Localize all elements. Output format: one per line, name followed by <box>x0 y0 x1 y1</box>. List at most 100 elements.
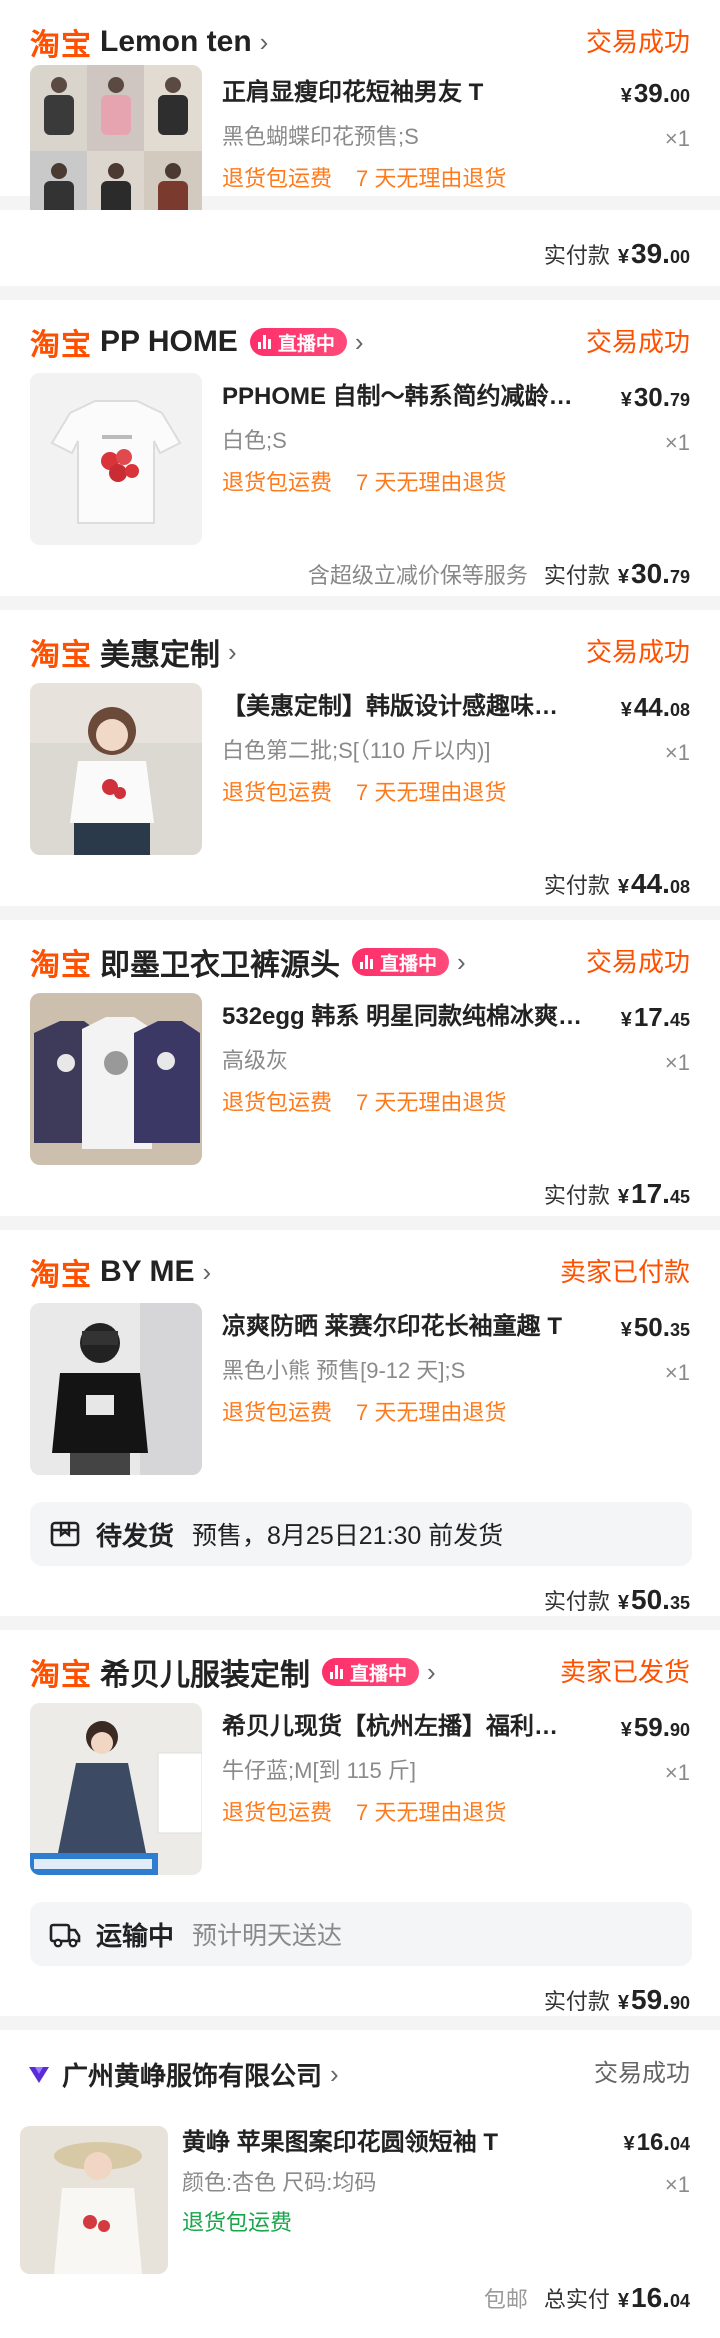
service-tags: 退货包运费 <box>182 2208 316 2238</box>
paid-label: 实付款 <box>543 1989 610 2014</box>
product-spec: 黑色小熊 预售[9-12 天];S <box>222 1358 466 1383</box>
product-thumbnail[interactable] <box>30 373 202 545</box>
order-card[interactable]: 广州黄峥服饰有限公司 › 交易成功 黄峥 苹果图案印花圆领短袖 T ¥16.04… <box>0 2030 720 2338</box>
shop-name[interactable]: BY ME <box>100 1255 194 1289</box>
product-title[interactable]: 凉爽防晒 莱赛尔印花长袖童趣 T <box>222 1310 592 1344</box>
shop-name[interactable]: 希贝儿服装定制 <box>100 1650 310 1694</box>
order-header[interactable]: 淘宝 希贝儿服装定制 直播中 › <box>30 1652 436 1692</box>
service-tag: 退货包运费 <box>182 2210 293 2235</box>
service-tag: 退货包运费 <box>222 1090 333 1115</box>
product-title[interactable]: PPHOME 自制～韩系简约减龄… <box>222 380 592 414</box>
shop-name[interactable]: 广州黄峥服饰有限公司 <box>62 2056 322 2093</box>
order-status: 交易成功 <box>585 947 690 977</box>
service-note[interactable]: 含超级立减价保等服务 <box>308 558 528 590</box>
service-tags: 退货包运费 7 天无理由退货 <box>222 778 530 808</box>
live-badge[interactable]: 直播中 <box>352 948 450 976</box>
paid-amount: ¥59.90 <box>617 1984 690 2015</box>
service-tag: 7 天无理由退货 <box>356 470 507 495</box>
taobao-logo: 淘宝 <box>30 29 92 62</box>
shipping-status-box[interactable]: 运输中 预计明天送达 <box>30 1902 692 1966</box>
service-tags: 退货包运费 7 天无理由退货 <box>222 164 530 194</box>
product-title[interactable]: 532egg 韩系 明星同款纯棉冰爽… <box>222 1000 592 1034</box>
service-tag: 7 天无理由退货 <box>356 166 507 191</box>
order-card[interactable]: 淘宝 即墨卫衣卫裤源头 直播中 › 交易成功 532egg 韩系 明星同款纯棉冰… <box>0 920 720 1230</box>
product-quantity: ×1 <box>664 1760 690 1785</box>
order-card[interactable]: 淘宝 Lemon ten › 交易成功 正肩显瘦印花短袖男友 T ¥39.00 … <box>0 0 720 237</box>
shop-name[interactable]: Lemon ten <box>100 25 252 59</box>
chevron-right-icon: › <box>202 1257 212 1287</box>
live-badge[interactable]: 直播中 <box>249 328 347 356</box>
order-card[interactable]: 淘宝 BY ME › 卖家已付款 凉爽防晒 莱赛尔印花长袖童趣 T ¥50.35… <box>0 1230 720 1630</box>
order-list: 淘宝 Lemon ten › 交易成功 正肩显瘦印花短袖男友 T ¥39.00 … <box>0 0 720 2338</box>
paid-amount: ¥30.79 <box>617 558 690 589</box>
paid-label: 实付款 <box>543 1589 610 1614</box>
product-thumbnail[interactable] <box>30 1703 202 1875</box>
product-price: ¥16.04 <box>623 2129 690 2156</box>
product-price: ¥17.45 <box>620 1002 690 1032</box>
order-header[interactable]: 淘宝 PP HOME 直播中 › <box>30 322 364 362</box>
product-title[interactable]: 正肩显瘦印花短袖男友 T <box>222 76 592 110</box>
service-tag: 退货包运费 <box>222 470 333 495</box>
order-status: 交易成功 <box>585 327 690 357</box>
product-price: ¥59.90 <box>620 1712 690 1742</box>
order-card[interactable]: 淘宝 PP HOME 直播中 › 交易成功 PPHOME 自制～韩系简约减龄… … <box>0 300 720 610</box>
order-status: 交易成功 <box>585 27 690 57</box>
product-quantity: ×1 <box>664 2172 690 2197</box>
order-card[interactable]: 淘宝 美惠定制 › 交易成功 【美惠定制】韩版设计感趣味… ¥44.08 白色第… <box>0 610 720 920</box>
chevron-right-icon: › <box>457 947 466 977</box>
service-tags: 退货包运费 7 天无理由退货 <box>222 1398 530 1428</box>
paid-amount: ¥17.45 <box>617 1178 690 1209</box>
product-thumbnail[interactable] <box>20 2126 168 2274</box>
paid-row: 含超级立减价保等服务 实付款 ¥30.79 <box>308 558 690 590</box>
product-price: ¥39.00 <box>620 78 690 108</box>
product-spec: 白色;S <box>222 428 287 453</box>
shop-name[interactable]: PP HOME <box>100 325 238 359</box>
shipping-detail: 预售，8月25日21:30 前发货 <box>192 1522 504 1550</box>
service-tag: 退货包运费 <box>222 166 333 191</box>
service-tag: 7 天无理由退货 <box>356 1400 507 1425</box>
service-tag: 退货包运费 <box>222 1800 333 1825</box>
service-tag: 退货包运费 <box>222 1400 333 1425</box>
service-tag: 7 天无理由退货 <box>356 1800 507 1825</box>
paid-row: 实付款 ¥17.45 <box>544 1178 690 1210</box>
shop-name[interactable]: 美惠定制 <box>100 630 220 674</box>
paid-row: 实付款 ¥50.35 <box>544 1584 690 1616</box>
chevron-right-icon: › <box>354 327 364 357</box>
paid-label: 总实付 <box>543 2287 610 2312</box>
taobao-logo: 淘宝 <box>30 329 92 362</box>
taobao-logo: 淘宝 <box>30 949 92 982</box>
live-bars-icon <box>360 955 375 969</box>
product-price: ¥44.08 <box>620 692 690 722</box>
live-bars-icon <box>330 1665 345 1679</box>
order-header[interactable]: 淘宝 Lemon ten › <box>30 22 268 62</box>
product-quantity: ×1 <box>664 430 690 455</box>
shop-name[interactable]: 即墨卫衣卫裤源头 <box>100 940 340 984</box>
shipping-status-box[interactable]: 待发货 预售，8月25日21:30 前发货 <box>30 1502 692 1566</box>
order-header[interactable]: 广州黄峥服饰有限公司 › <box>26 2054 339 2094</box>
order-card[interactable]: 淘宝 希贝儿服装定制 直播中 › 卖家已发货 希贝儿现货【杭州左播】福利… ¥5… <box>0 1630 720 2030</box>
order-header[interactable]: 淘宝 即墨卫衣卫裤源头 直播中 › <box>30 942 466 982</box>
product-thumbnail[interactable] <box>30 683 202 855</box>
paid-label: 实付款 <box>543 563 610 588</box>
taobao-logo: 淘宝 <box>30 639 92 672</box>
paid-row: 包邮 总实付 ¥16.04 <box>484 2282 690 2314</box>
product-spec: 高级灰 <box>222 1048 289 1073</box>
product-title[interactable]: 黄峥 苹果图案印花圆领短袖 T <box>182 2126 582 2160</box>
service-tags: 退货包运费 7 天无理由退货 <box>222 1798 530 1828</box>
product-title[interactable]: 希贝儿现货【杭州左播】福利… <box>222 1710 592 1744</box>
product-thumbnail[interactable] <box>30 993 202 1165</box>
paid-label: 实付款 <box>543 873 610 898</box>
order-header[interactable]: 淘宝 BY ME › <box>30 1252 211 1292</box>
shipping-detail: 预计明天送达 <box>192 1922 343 1950</box>
order-header[interactable]: 淘宝 美惠定制 › <box>30 632 237 672</box>
product-quantity: ×1 <box>664 126 690 151</box>
shipping-state: 运输中 <box>96 1920 175 1951</box>
truck-icon <box>49 1923 81 1948</box>
product-title[interactable]: 【美惠定制】韩版设计感趣味… <box>222 690 592 724</box>
service-tags: 退货包运费 7 天无理由退货 <box>222 468 530 498</box>
live-badge[interactable]: 直播中 <box>322 1658 420 1686</box>
product-thumbnail[interactable] <box>30 1303 202 1475</box>
product-spec: 黑色蝴蝶印花预售;S <box>222 124 419 149</box>
product-quantity: ×1 <box>664 740 690 765</box>
taobao-logo: 淘宝 <box>30 1659 92 1692</box>
